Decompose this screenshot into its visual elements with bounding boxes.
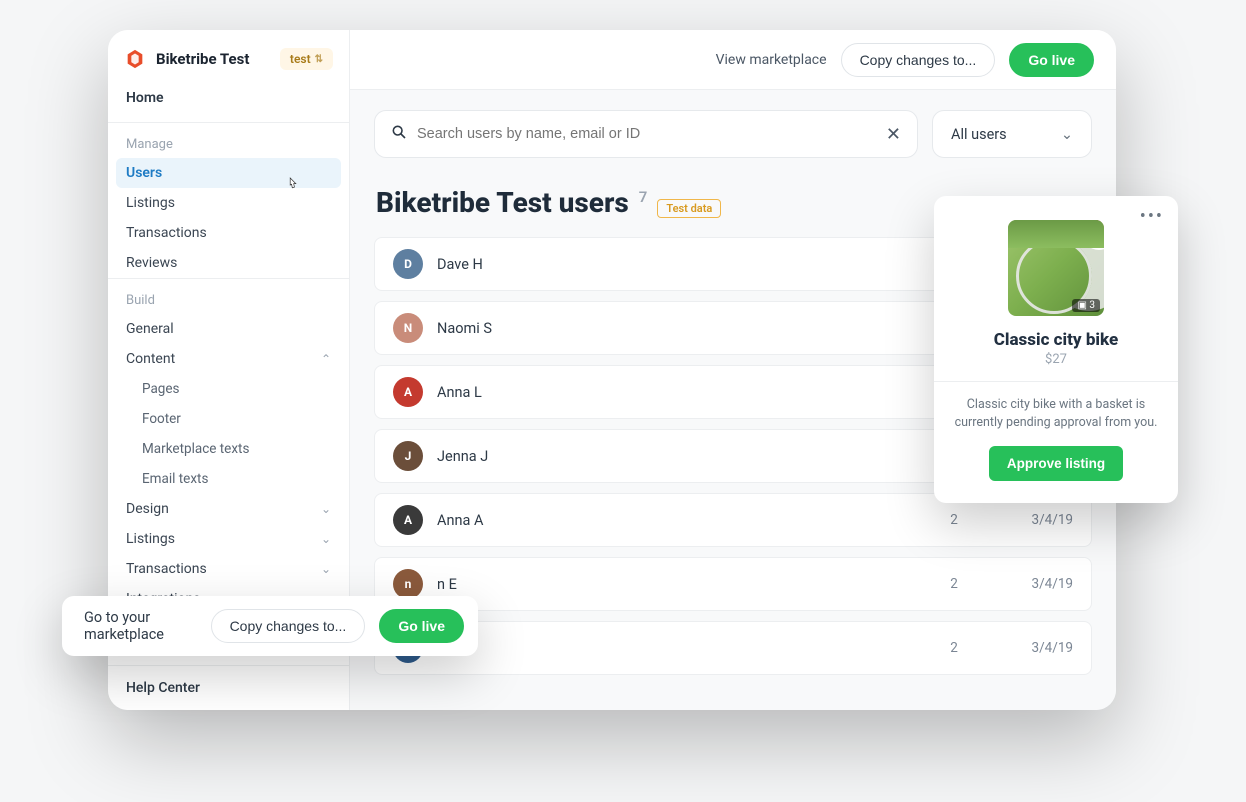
sidebar-item-listings[interactable]: Listings — [108, 188, 349, 218]
chevron-up-icon: ⌃ — [321, 352, 331, 366]
avatar: D — [393, 249, 423, 279]
user-name: Anna A — [437, 512, 905, 529]
copy-changes-button[interactable]: Copy changes to... — [841, 43, 996, 77]
listing-title: Classic city bike — [950, 330, 1162, 350]
user-row[interactable]: HH23/4/19 — [374, 621, 1092, 675]
sidebar-item-home[interactable]: Home — [108, 80, 349, 122]
avatar: J — [393, 441, 423, 471]
photo-count-badge: ▣ 3 — [1072, 299, 1100, 312]
env-badge[interactable]: test ⇅ — [280, 48, 333, 70]
more-icon[interactable]: ••• — [1140, 206, 1164, 227]
env-label: test — [290, 52, 311, 66]
user-date: 3/4/19 — [1003, 512, 1073, 528]
chevron-updown-icon: ⇅ — [315, 54, 323, 65]
sidebar-item-build-transactions[interactable]: Transactions ⌄ — [108, 554, 349, 584]
chevron-down-icon: ⌄ — [321, 562, 331, 576]
user-row[interactable]: n n E 2 3/4/19 — [374, 557, 1092, 611]
user-date: 3/4/19 — [1003, 576, 1073, 592]
sidebar-item-pages[interactable]: Pages — [108, 374, 349, 404]
user-count: 7 — [639, 188, 648, 206]
user-count: 2 — [919, 512, 989, 528]
chevron-down-icon: ⌄ — [321, 532, 331, 546]
logo-icon — [124, 48, 146, 70]
user-name: n E — [437, 576, 905, 593]
chevron-down-icon: ⌄ — [1061, 126, 1073, 143]
sidebar-item-help-center[interactable]: Help Center — [108, 665, 349, 710]
avatar: N — [393, 313, 423, 343]
user-count: 2 — [919, 576, 989, 592]
sidebar-item-reviews[interactable]: Reviews — [108, 248, 349, 278]
test-data-badge: Test data — [657, 199, 721, 218]
workspace-name: Biketribe Test — [156, 50, 270, 68]
search-input[interactable] — [417, 126, 886, 142]
owner-avatar — [1082, 220, 1104, 250]
search-box[interactable]: ✕ — [374, 110, 918, 158]
sidebar-item-content[interactable]: Content ⌃ — [108, 344, 349, 374]
action-bar-label: Go to your marketplace — [84, 609, 197, 643]
topbar: View marketplace Copy changes to... Go l… — [350, 30, 1116, 90]
sidebar-item-marketplace-texts[interactable]: Marketplace texts — [108, 434, 349, 464]
view-marketplace-link[interactable]: View marketplace — [716, 52, 827, 68]
clear-icon[interactable]: ✕ — [886, 124, 901, 145]
avatar: n — [393, 569, 423, 599]
workspace-switcher[interactable]: Biketribe Test test ⇅ — [108, 30, 349, 80]
user-name: H — [437, 640, 905, 657]
sidebar-item-transactions[interactable]: Transactions — [108, 218, 349, 248]
sidebar-item-build-listings[interactable]: Listings ⌄ — [108, 524, 349, 554]
user-filter-select[interactable]: All users ⌄ — [932, 110, 1092, 158]
go-live-button-floating[interactable]: Go live — [379, 609, 464, 643]
sidebar-item-footer[interactable]: Footer — [108, 404, 349, 434]
listing-description: Classic city bike with a basket is curre… — [950, 396, 1162, 432]
approve-listing-button[interactable]: Approve listing — [989, 446, 1123, 481]
avatar: A — [393, 377, 423, 407]
sidebar-section-manage: Manage — [108, 122, 349, 158]
sidebar-item-email-texts[interactable]: Email texts — [108, 464, 349, 494]
user-count: 2 — [919, 640, 989, 656]
sidebar-item-users[interactable]: Users — [116, 158, 341, 188]
go-live-button[interactable]: Go live — [1009, 43, 1094, 77]
divider — [934, 381, 1178, 382]
sidebar-item-general[interactable]: General — [108, 314, 349, 344]
sidebar-section-build: Build — [108, 278, 349, 314]
listing-approval-card: ••• ▣ 3 Classic city bike $27 Classic ci… — [934, 196, 1178, 503]
avatar: A — [393, 505, 423, 535]
listing-price: $27 — [950, 352, 1162, 367]
search-icon — [391, 124, 407, 144]
copy-changes-button-floating[interactable]: Copy changes to... — [211, 609, 366, 643]
marketplace-action-bar: Go to your marketplace Copy changes to..… — [62, 596, 478, 656]
user-date: 3/4/19 — [1003, 640, 1073, 656]
chevron-down-icon: ⌄ — [321, 502, 331, 516]
page-title: Biketribe Test users — [376, 186, 629, 219]
sidebar-item-design[interactable]: Design ⌄ — [108, 494, 349, 524]
filter-label: All users — [951, 126, 1007, 143]
listing-image[interactable]: ▣ 3 — [1008, 220, 1104, 316]
